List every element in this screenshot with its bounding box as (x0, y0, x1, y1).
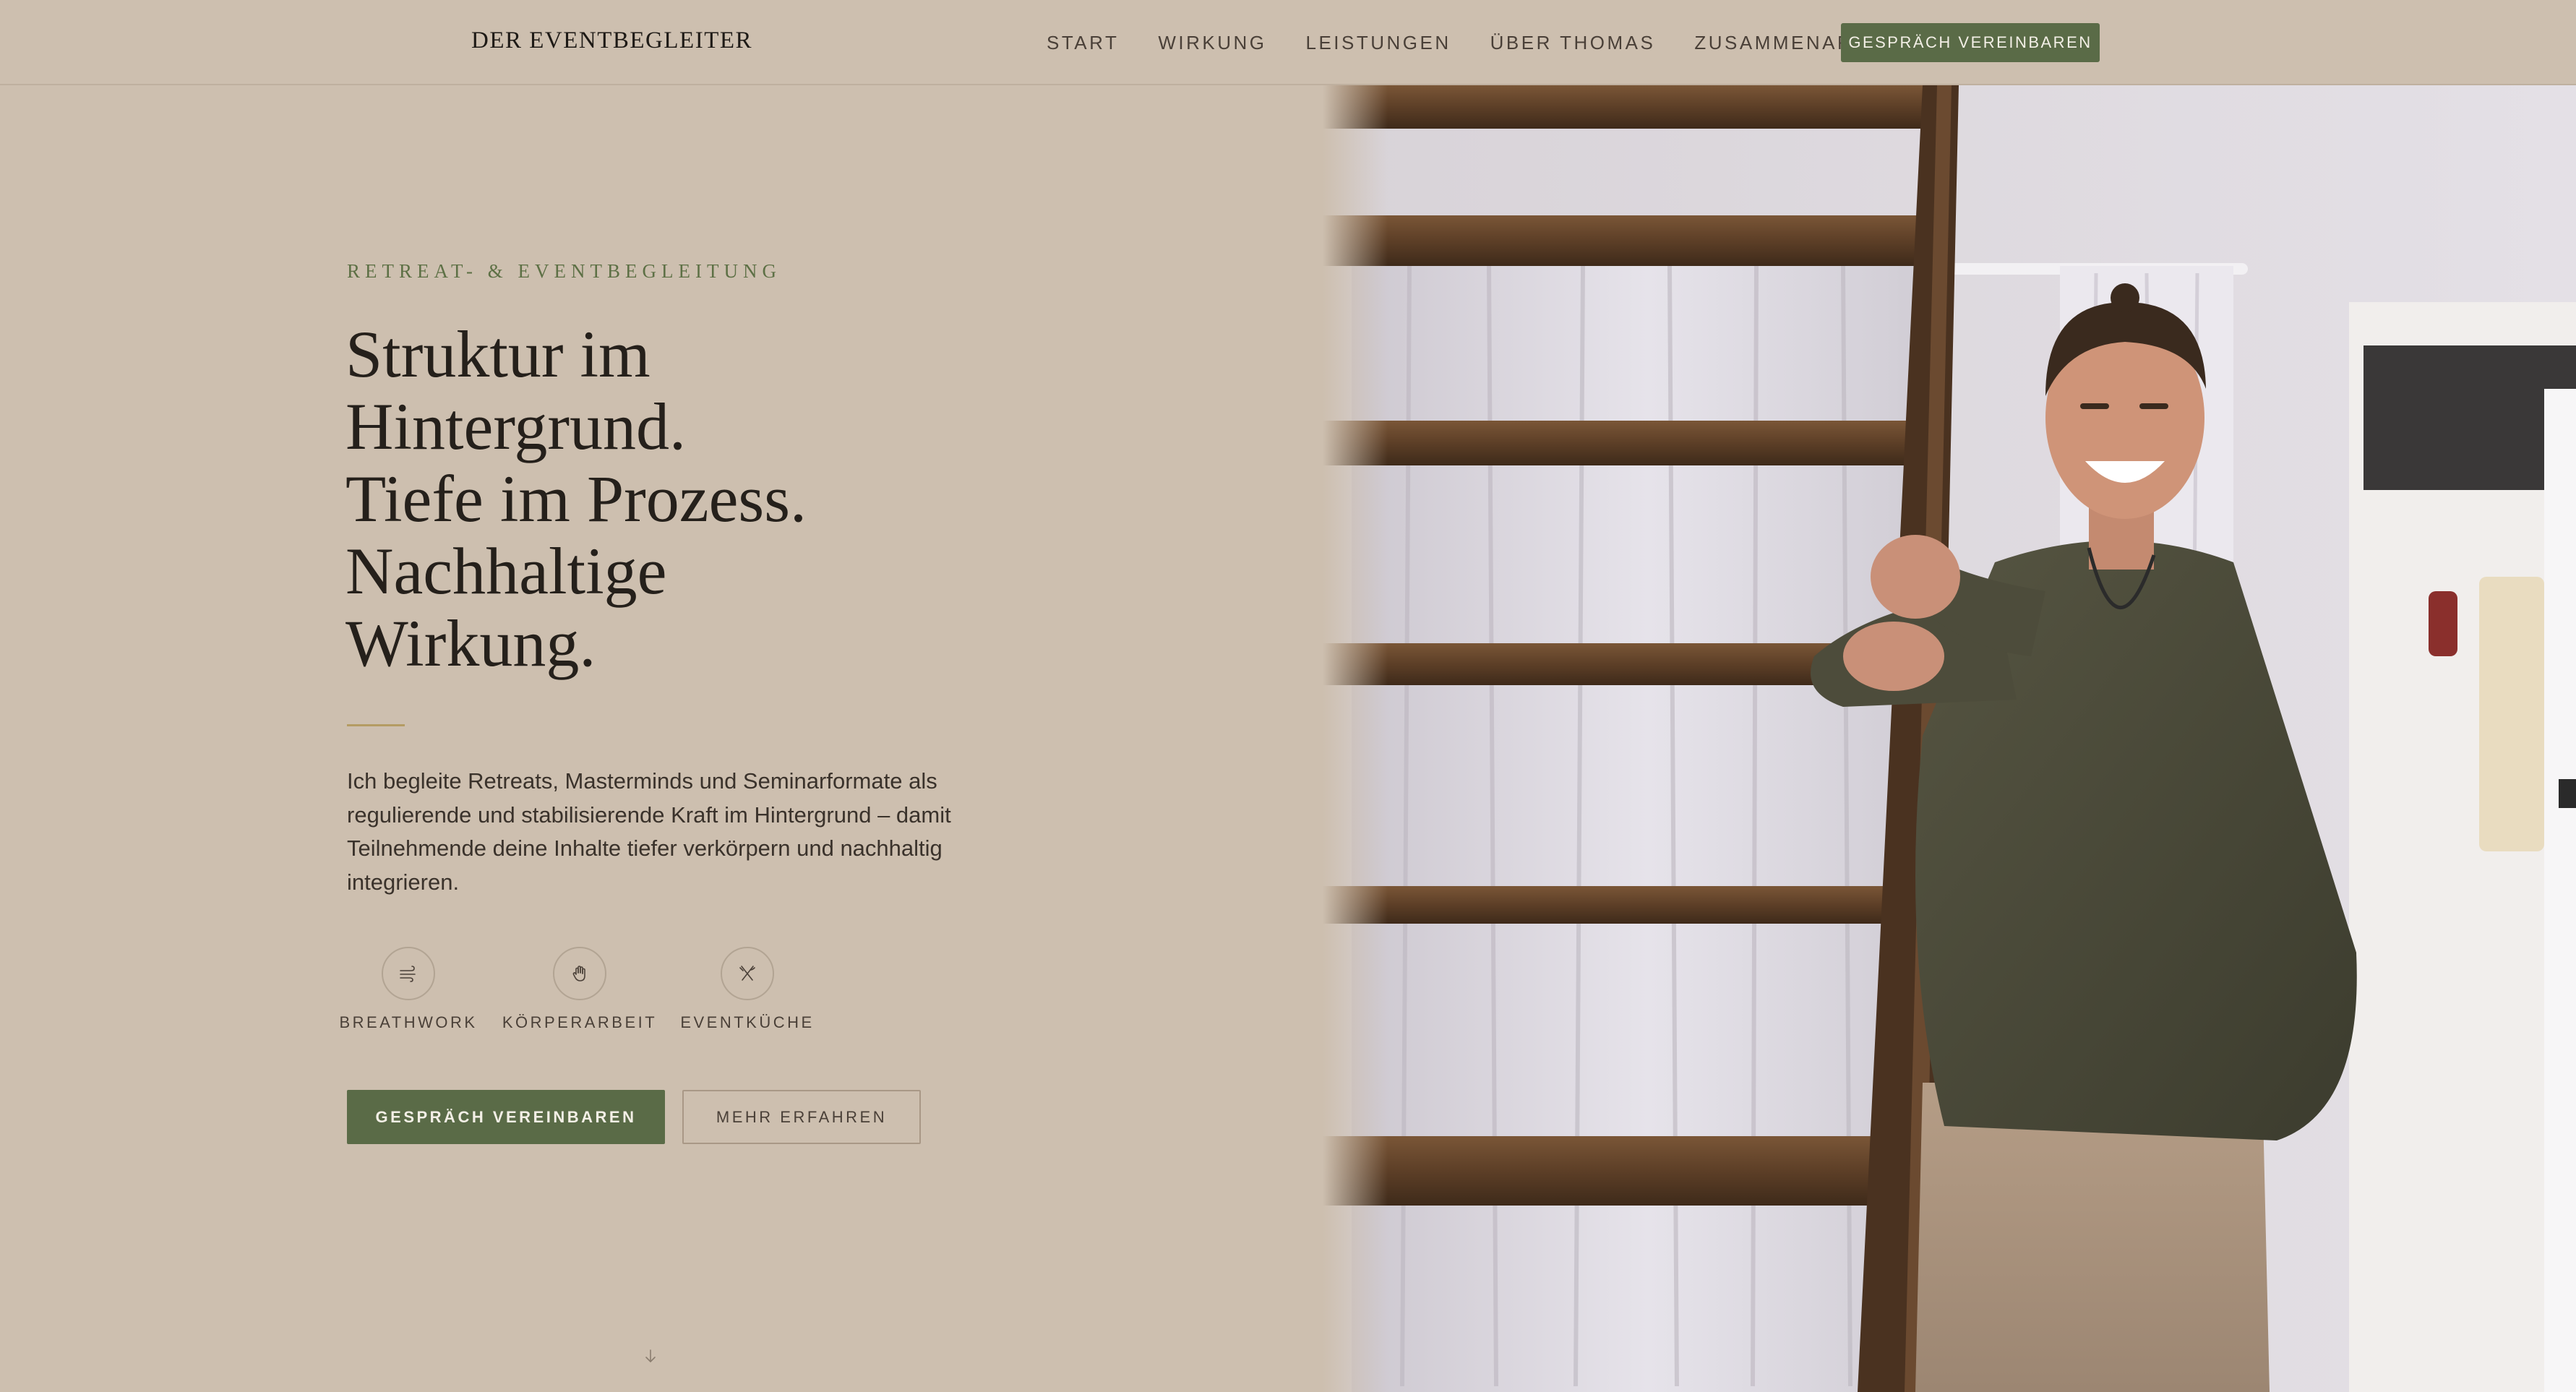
headline-divider (347, 724, 405, 726)
feature-list: BREATHWORK KÖRPERARBEIT EVENTKÜCHE (339, 947, 812, 1032)
hero-intro-text: Ich begleite Retreats, Masterminds und S… (347, 768, 951, 895)
hero-headline: Struktur im Hintergrund. Tiefe im Prozes… (345, 318, 807, 679)
feature-breathwork: BREATHWORK (339, 947, 475, 1032)
utensils-icon (721, 947, 774, 1000)
nav-item-wirkung[interactable]: WIRKUNG (1158, 32, 1266, 54)
nav-item-leistungen[interactable]: LEISTUNGEN (1306, 32, 1451, 54)
hand-icon (553, 947, 606, 1000)
headline-line-2: Hintergrund. (345, 390, 687, 463)
feature-koerperarbeit: KÖRPERARBEIT (502, 947, 655, 1032)
headline-line-5: Wirkung. (345, 606, 596, 680)
photo-edge-fade (1323, 85, 1388, 1392)
hero-eyebrow: RETREAT- & EVENTBEGLEITUNG (347, 260, 781, 282)
nav-item-ueber-thomas[interactable]: ÜBER THOMAS (1490, 32, 1656, 54)
hero-photo (1323, 85, 2576, 1392)
arrow-down-icon[interactable] (642, 1347, 659, 1365)
headline-line-4: Nachhaltige (345, 534, 667, 608)
wind-icon (382, 947, 435, 1000)
secondary-cta-button[interactable]: MEHR ERFAHREN (682, 1090, 921, 1144)
feature-eventkueche: EVENTKÜCHE (680, 947, 812, 1032)
brand-logo[interactable]: DER EVENTBEGLEITER (471, 27, 752, 54)
headline-line-3: Tiefe im Prozess. (345, 462, 807, 536)
feature-label-eventkueche: EVENTKÜCHE (680, 1013, 815, 1031)
site-header: DER EVENTBEGLEITER START WIRKUNG LEISTUN… (0, 0, 2576, 85)
headline-line-1: Struktur im (345, 317, 651, 391)
primary-cta-button[interactable]: GESPRÄCH VEREINBAREN (347, 1090, 665, 1144)
feature-label-breathwork: BREATHWORK (339, 1013, 478, 1031)
feature-label-koerperarbeit: KÖRPERARBEIT (502, 1013, 658, 1031)
nav-item-start[interactable]: START (1047, 32, 1119, 54)
main-nav: START WIRKUNG LEISTUNGEN ÜBER THOMAS ZUS… (1047, 32, 1905, 54)
header-cta-button[interactable]: GESPRÄCH VEREINBAREN (1841, 23, 2100, 62)
